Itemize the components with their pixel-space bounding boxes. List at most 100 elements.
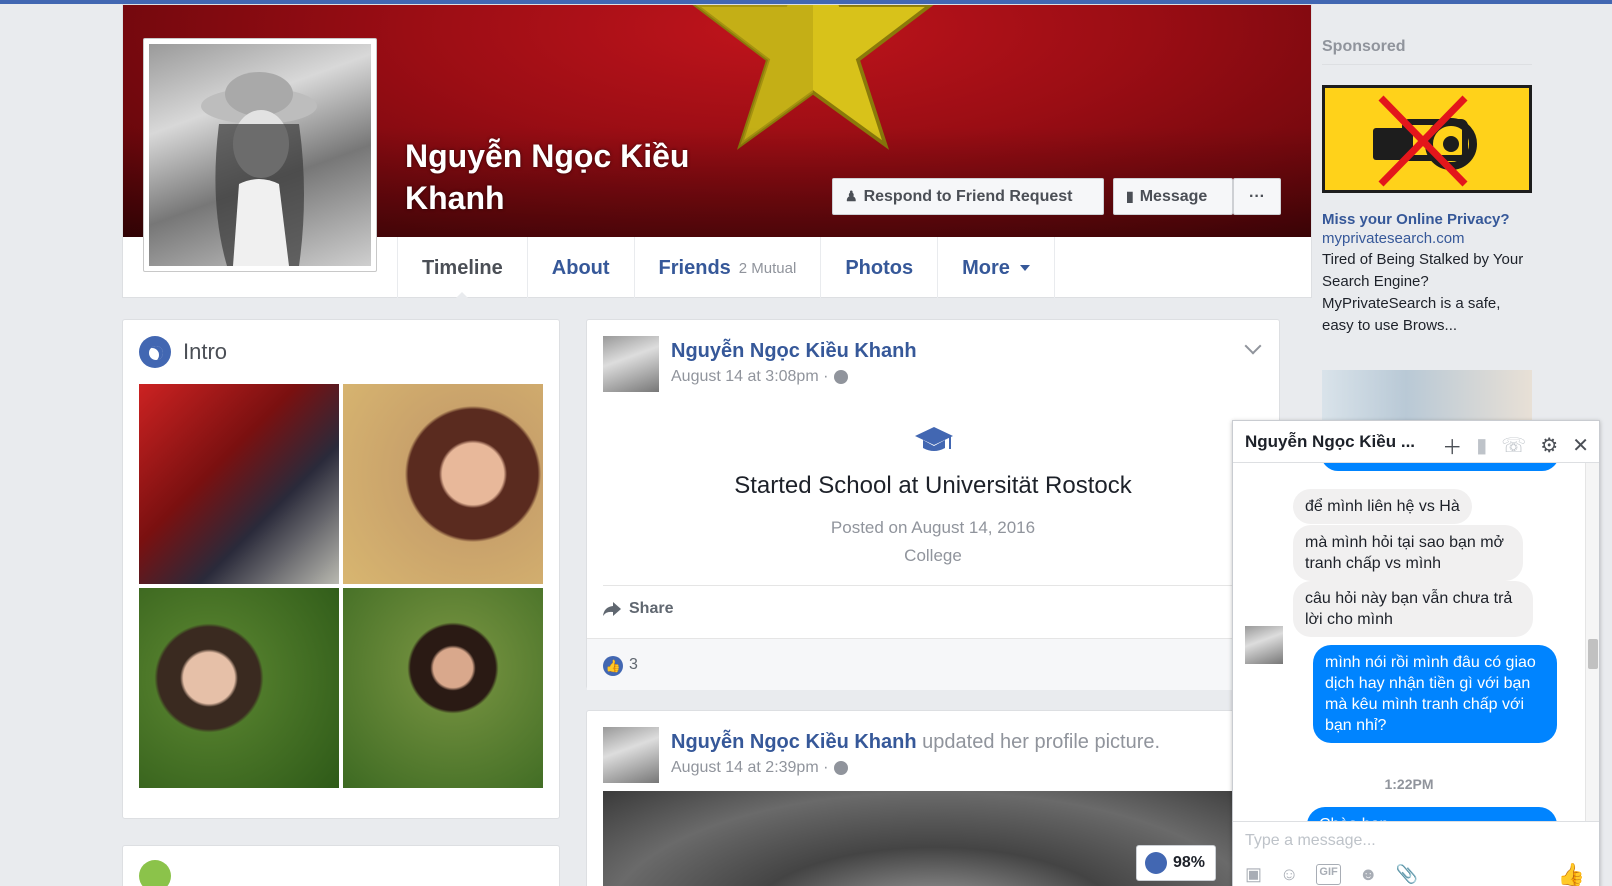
emoji-icon[interactable]: ☻ [1359,864,1378,885]
sponsored-title: Sponsored [1322,38,1532,65]
message-bubble: câu hỏi này bạn vẫn chưa trả lời cho mìn… [1293,581,1533,637]
respond-label: Respond to Friend Request [863,187,1073,205]
tab-photos-label: Photos [845,256,914,279]
add-person-icon[interactable]: ＋ [1442,431,1462,460]
tab-about-label: About [551,256,610,279]
card-icon [139,860,171,886]
more-options-button[interactable]: ··· [1233,178,1281,215]
post-time-text: August 14 at 2:39pm · [671,759,829,776]
chat-title[interactable]: Nguyễn Ngọc Kiều ... [1245,432,1435,452]
chat-timestamp: 1:22PM [1384,776,1434,792]
tab-friends[interactable]: Friends 2 Mutual [635,237,822,299]
mutual-friends-count: 2 Mutual [738,259,797,277]
chevron-down-icon[interactable] [1244,337,1262,355]
tab-timeline-label: Timeline [422,256,503,279]
phone-icon[interactable]: ☏ [1501,433,1526,458]
more-dots-icon: ··· [1249,187,1265,205]
globe-icon [139,336,171,368]
ad-headline[interactable]: Miss your Online Privacy? [1322,211,1532,228]
divider [603,585,1263,586]
percent-value: 98% [1173,854,1206,871]
message-button[interactable]: ▮ Message [1113,178,1233,215]
post-author[interactable]: Nguyễn Ngọc Kiều Khanh [671,340,917,363]
gif-icon[interactable]: GIF [1316,864,1341,885]
life-event-title: Started School at Universität Rostock [734,472,1132,499]
profile-photo-silhouette [201,72,317,266]
intro-card: Intro [122,319,560,819]
sponsored-section: Sponsored Miss your Online Privacy? mypr… [1322,38,1532,337]
timeline-post: Nguyễn Ngọc Kiều Khanh August 14 at 3:08… [586,319,1280,690]
graduation-cap-icon [915,427,953,451]
message-bubble-partial [1321,463,1559,471]
caret-down-icon [1019,265,1030,271]
message-icon: ▮ [1126,188,1134,204]
ad-image[interactable] [1322,85,1532,193]
tab-more[interactable]: More [938,237,1055,299]
chat-window: Nguyễn Ngọc Kiều ... ＋ ▮ ☏ ⚙ ✕ để mình l… [1232,420,1600,886]
featured-photo[interactable] [343,384,543,584]
chat-tools: ▣ ☺ GIF ☻ 📎 [1245,864,1418,885]
public-globe-icon [834,370,849,384]
ad-url[interactable]: myprivatesearch.com [1322,230,1532,247]
author-avatar[interactable] [603,727,659,783]
chat-header[interactable]: Nguyễn Ngọc Kiều ... ＋ ▮ ☏ ⚙ ✕ [1233,421,1599,463]
featured-photos [139,384,543,788]
message-bubble: để mình liên hệ vs Hà [1293,489,1472,524]
share-arrow-icon [603,602,621,616]
featured-photo[interactable] [139,384,339,584]
photo-icon[interactable]: ▣ [1245,864,1262,885]
profile-header: Nguyễn Ngọc Kiều Khanh ♟ Respond to Frie… [122,4,1312,300]
percent-badge[interactable]: 98% [1136,845,1216,881]
intro-title: Intro [183,339,228,364]
message-input[interactable] [1245,832,1545,850]
message-bubble: mình nói rồi mình đâu có giao dịch hay n… [1313,645,1557,743]
ad-body: Tired of Being Stalked by Your Search En… [1322,251,1524,334]
sticker-icon[interactable]: ☺ [1280,864,1298,885]
profile-name: Nguyễn Ngọc Kiều Khanh [405,138,690,216]
like-icon: 👍 [603,656,623,676]
like-count: 3 [629,656,638,673]
public-globe-icon [834,761,849,775]
add-friend-icon: ♟ [845,188,858,204]
scroll-thumb[interactable] [1588,639,1598,669]
share-button[interactable]: Share [603,600,673,618]
featured-photo[interactable] [343,588,543,788]
thumbs-up-icon[interactable]: 👍 [1558,862,1585,886]
life-event-date: Posted on August 14, 2016 [830,518,1036,537]
chat-composer: ▣ ☺ GIF ☻ 📎 👍 [1233,821,1599,886]
gear-icon[interactable]: ⚙ [1540,433,1558,458]
message-bubble: mà mình hỏi tại sao bạn mở tranh chấp vs… [1293,525,1523,581]
tab-more-label: More [962,256,1010,279]
reactions-bar[interactable]: 👍 3 [587,638,1279,690]
globe-icon [1145,852,1167,874]
chat-scrollbar[interactable] [1585,463,1599,821]
tab-about[interactable]: About [528,237,635,299]
post-action: updated her profile picture. [922,731,1161,753]
video-call-icon[interactable]: ▮ [1476,433,1487,458]
post-time-text: August 14 at 3:08pm · [671,368,829,385]
post-author-link[interactable]: Nguyễn Ngọc Kiều Khanh [671,731,917,753]
tab-photos[interactable]: Photos [821,237,939,299]
message-label: Message [1139,187,1208,205]
share-label: Share [629,600,674,617]
camera-blocked-icon [1373,95,1477,187]
post-timestamp[interactable]: August 14 at 3:08pm · [671,368,849,386]
tab-timeline[interactable]: Timeline [398,237,528,300]
profile-picture[interactable] [143,38,377,272]
chat-messages: để mình liên hệ vs Hà mà mình hỏi tại sa… [1233,463,1585,821]
featured-photo[interactable] [139,588,339,788]
sender-avatar[interactable] [1245,626,1283,664]
close-icon[interactable]: ✕ [1572,433,1589,458]
message-bubble: Chào bạn [1307,807,1557,821]
post-timestamp[interactable]: August 14 at 2:39pm · [671,759,849,777]
life-event-category: College [904,546,962,565]
author-avatar[interactable] [603,336,659,392]
tab-friends-label: Friends [658,256,731,279]
secondary-card [122,845,560,886]
post-author: Nguyễn Ngọc Kiều Khanh updated her profi… [671,731,1160,754]
profile-tabs: Timeline About Friends 2 Mutual Photos Mo… [397,237,1055,300]
respond-friend-request-button[interactable]: ♟ Respond to Friend Request [832,178,1104,215]
intro-header: Intro [139,336,227,368]
chat-header-icons: ＋ ▮ ☏ ⚙ ✕ [1442,431,1589,460]
attachment-icon[interactable]: 📎 [1396,864,1418,885]
